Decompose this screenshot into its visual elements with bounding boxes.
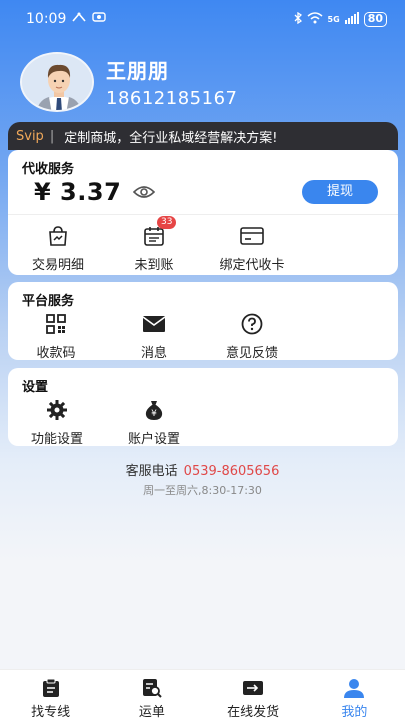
- feedback-label: 意见反馈: [225, 346, 278, 361]
- account-settings-button[interactable]: ¥ 账户设置: [124, 398, 184, 447]
- transaction-details-label: 交易明细: [31, 258, 84, 273]
- user-icon: [344, 678, 365, 698]
- platform-service-card: 平台服务 收款码 消息 意见反馈: [8, 282, 398, 361]
- calendar-icon: 33: [143, 216, 177, 248]
- tab-find-line[interactable]: 找专线: [0, 670, 101, 720]
- profile-header[interactable]: 王朋朋 18612185167: [20, 52, 237, 112]
- transaction-details-button[interactable]: 交易明细: [28, 224, 88, 273]
- settings-card: 设置 功能设置 ¥ 账户设置: [8, 368, 398, 447]
- bag-chart-icon: [47, 224, 69, 248]
- eye-icon[interactable]: [133, 185, 156, 199]
- collection-service-card: 代收服务 ¥ 3.37 提现 交易明细 33 未到账 绑定代收卡: [8, 150, 398, 275]
- user-phone: 18612185167: [106, 88, 238, 109]
- waybill-search-icon: [142, 678, 162, 698]
- unsettled-badge: 33: [157, 216, 177, 229]
- svip-banner[interactable]: Svip | 定制商城，全行业私域经营解决方案!: [8, 122, 398, 150]
- tab-online-shipping-label: 在线发货: [227, 705, 280, 720]
- user-info: 王朋朋 18612185167: [106, 55, 237, 109]
- messages-button[interactable]: 消息: [126, 312, 182, 361]
- battery-indicator: 80: [363, 11, 387, 27]
- feedback-button[interactable]: 意见反馈: [220, 312, 284, 361]
- function-settings-label: 功能设置: [30, 432, 83, 447]
- svip-tag: Svip: [16, 128, 44, 144]
- payment-code-label: 收款码: [36, 346, 76, 361]
- clipboard-icon: [42, 678, 60, 698]
- unsettled-label: 未到账: [134, 258, 174, 273]
- signal-icon: [344, 11, 359, 27]
- tab-find-line-label: 找专线: [31, 705, 71, 720]
- status-right: 5G 80: [294, 11, 387, 27]
- customer-service-line[interactable]: 客服电话 0539-8605656: [0, 460, 405, 479]
- service-hours: 周一至周六,8:30-17:30: [143, 484, 262, 497]
- service-phone-number[interactable]: 0539-8605656: [184, 464, 280, 479]
- eye-status-icon: [92, 11, 107, 27]
- tab-mine[interactable]: 我的: [304, 670, 405, 720]
- platform-service-title: 平台服务: [22, 294, 75, 309]
- bluetooth-icon: [294, 11, 302, 27]
- withdraw-button[interactable]: 提现: [302, 180, 378, 204]
- user-name: 王朋朋: [106, 59, 169, 83]
- svg-text:¥: ¥: [151, 409, 157, 419]
- collection-service-title: 代收服务: [22, 162, 75, 177]
- tab-waybill-label: 运单: [138, 705, 165, 720]
- divider: [8, 214, 398, 215]
- mail-icon: [142, 312, 166, 336]
- wifi-icon: [307, 11, 323, 27]
- truck-card-icon: [242, 678, 264, 698]
- question-icon: [241, 312, 263, 336]
- settings-title: 设置: [22, 380, 49, 395]
- payment-code-button[interactable]: 收款码: [28, 312, 84, 361]
- messages-label: 消息: [140, 346, 167, 361]
- bind-card-label: 绑定代收卡: [219, 258, 285, 273]
- svip-text: 定制商城，全行业私域经营解决方案!: [64, 130, 278, 146]
- tab-online-shipping[interactable]: 在线发货: [203, 670, 304, 720]
- bank-card-icon: [240, 224, 264, 248]
- status-time: 10:09: [26, 11, 67, 27]
- function-settings-button[interactable]: 功能设置: [28, 398, 86, 447]
- account-settings-label: 账户设置: [127, 432, 180, 447]
- status-left: 10:09: [26, 11, 107, 27]
- service-phone-label: 客服电话: [125, 464, 178, 479]
- gear-icon: [46, 398, 68, 422]
- tab-waybill[interactable]: 运单: [101, 670, 202, 720]
- status-bar: 10:09 5G 80: [0, 0, 405, 38]
- balance-row: ¥ 3.37: [34, 178, 156, 206]
- tab-mine-label: 我的: [341, 705, 368, 720]
- notification-icon: [72, 11, 86, 27]
- network-type: 5G: [327, 14, 340, 24]
- unsettled-button[interactable]: 33 未到账: [124, 216, 184, 273]
- svip-separator: |: [49, 128, 55, 144]
- bottom-tab-bar: 找专线 运单 在线发货 我的: [0, 669, 405, 720]
- avatar[interactable]: [20, 52, 94, 112]
- balance-amount: ¥ 3.37: [34, 178, 122, 206]
- money-bag-icon: ¥: [143, 398, 165, 422]
- bind-card-button[interactable]: 绑定代收卡: [212, 224, 292, 273]
- qr-code-icon: [45, 312, 67, 336]
